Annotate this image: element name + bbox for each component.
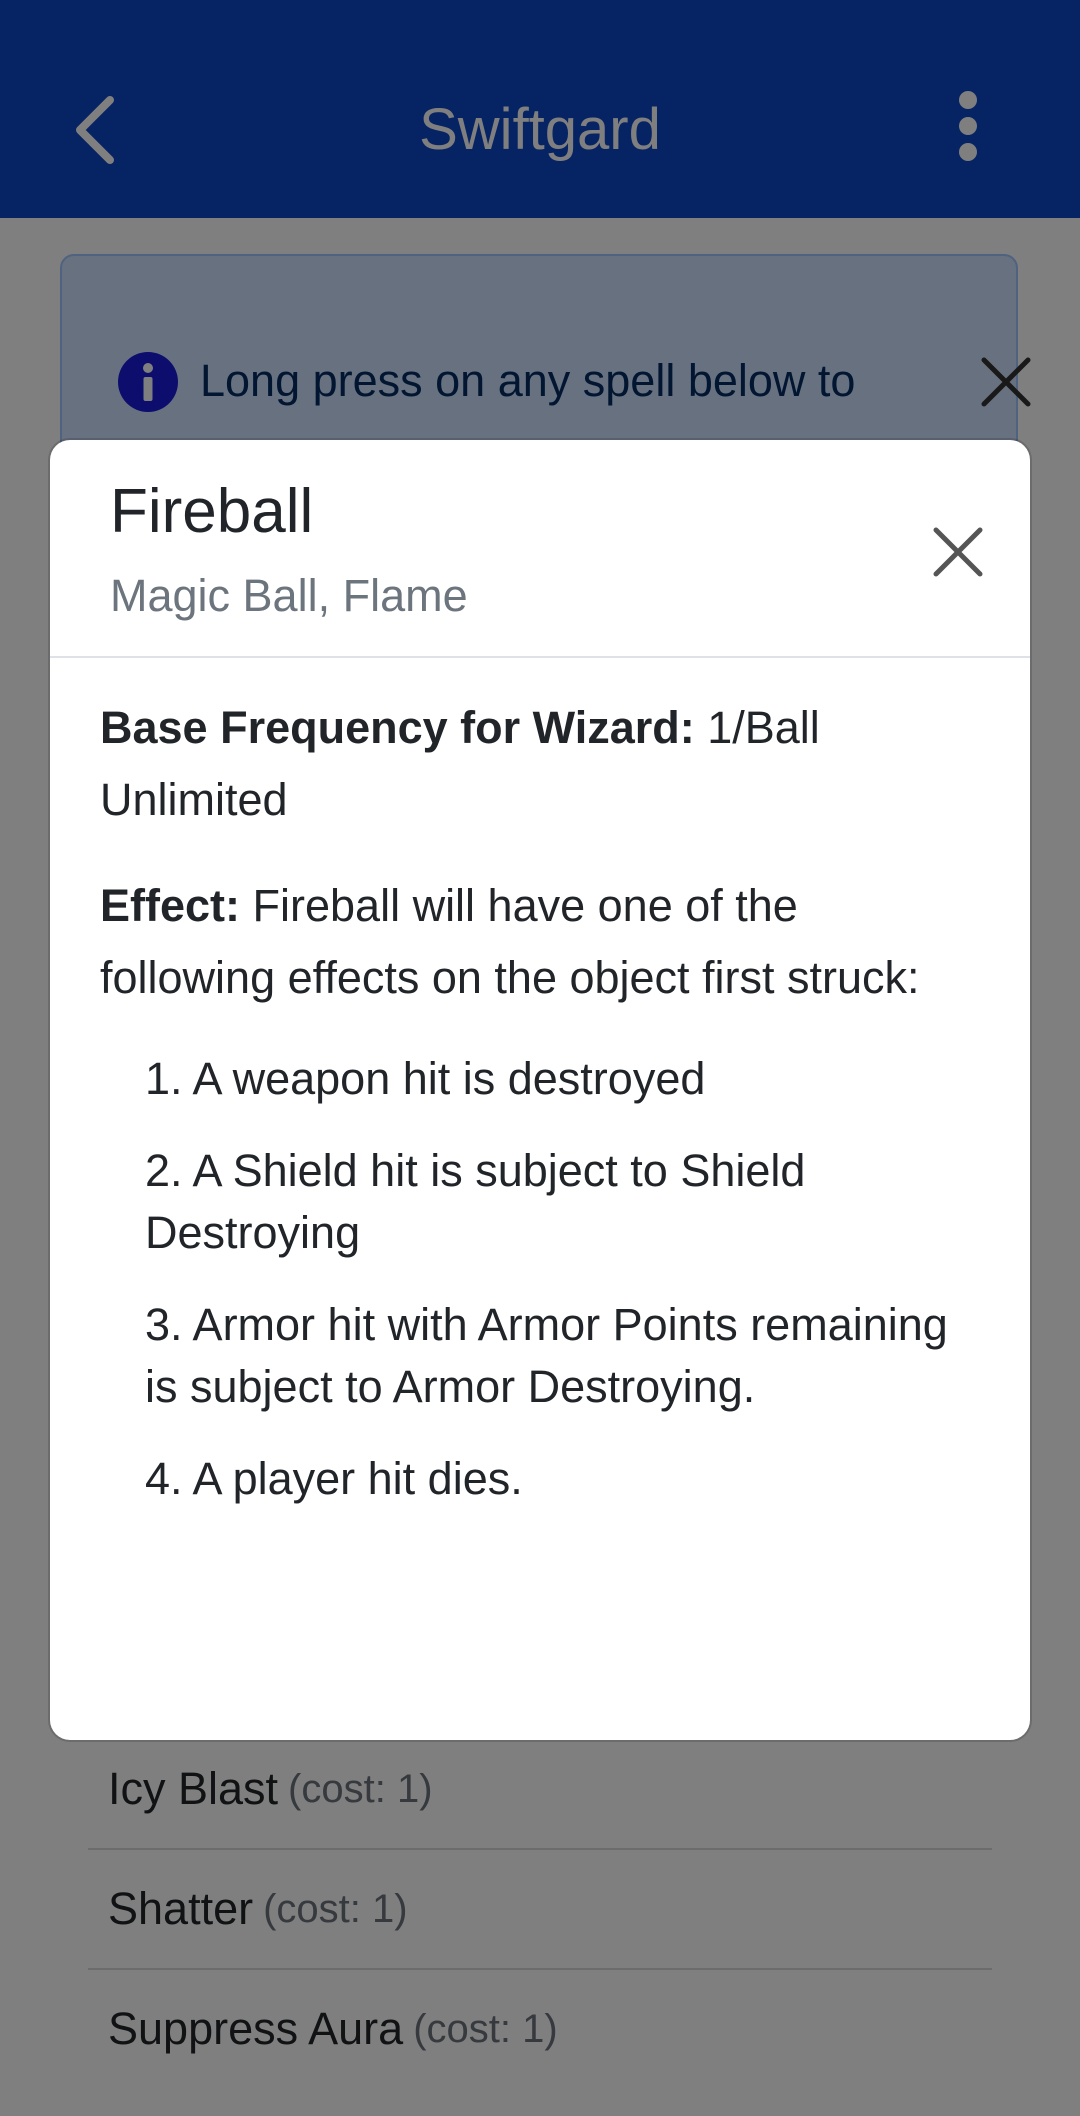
modal-body: Base Frequency for Wizard: 1/Ball Unlimi…	[100, 658, 960, 1540]
close-icon[interactable]	[928, 522, 988, 582]
effect-label: Effect:	[100, 880, 241, 931]
effect-item: 1. A weapon hit is destroyed	[145, 1053, 706, 1104]
effect-item: 3. Armor hit with Armor Points remaining…	[145, 1299, 948, 1412]
effects-list: 1. A weapon hit is destroyed 2. A Shield…	[100, 1048, 960, 1510]
modal-title: Fireball	[110, 477, 314, 546]
frequency-paragraph: Base Frequency for Wizard: 1/Ball Unlimi…	[100, 692, 960, 836]
spell-modal: Fireball Magic Ball, Flame Base Frequenc…	[50, 440, 1030, 1740]
modal-header: Fireball Magic Ball, Flame	[50, 440, 1030, 658]
effect-paragraph: Effect: Fireball will have one of the fo…	[100, 870, 960, 1014]
effect-item: 2. A Shield hit is subject to Shield Des…	[145, 1145, 806, 1258]
modal-subtitle: Magic Ball, Flame	[110, 570, 468, 621]
effect-item: 4. A player hit dies.	[145, 1453, 523, 1504]
frequency-label: Base Frequency for Wizard:	[100, 702, 695, 753]
